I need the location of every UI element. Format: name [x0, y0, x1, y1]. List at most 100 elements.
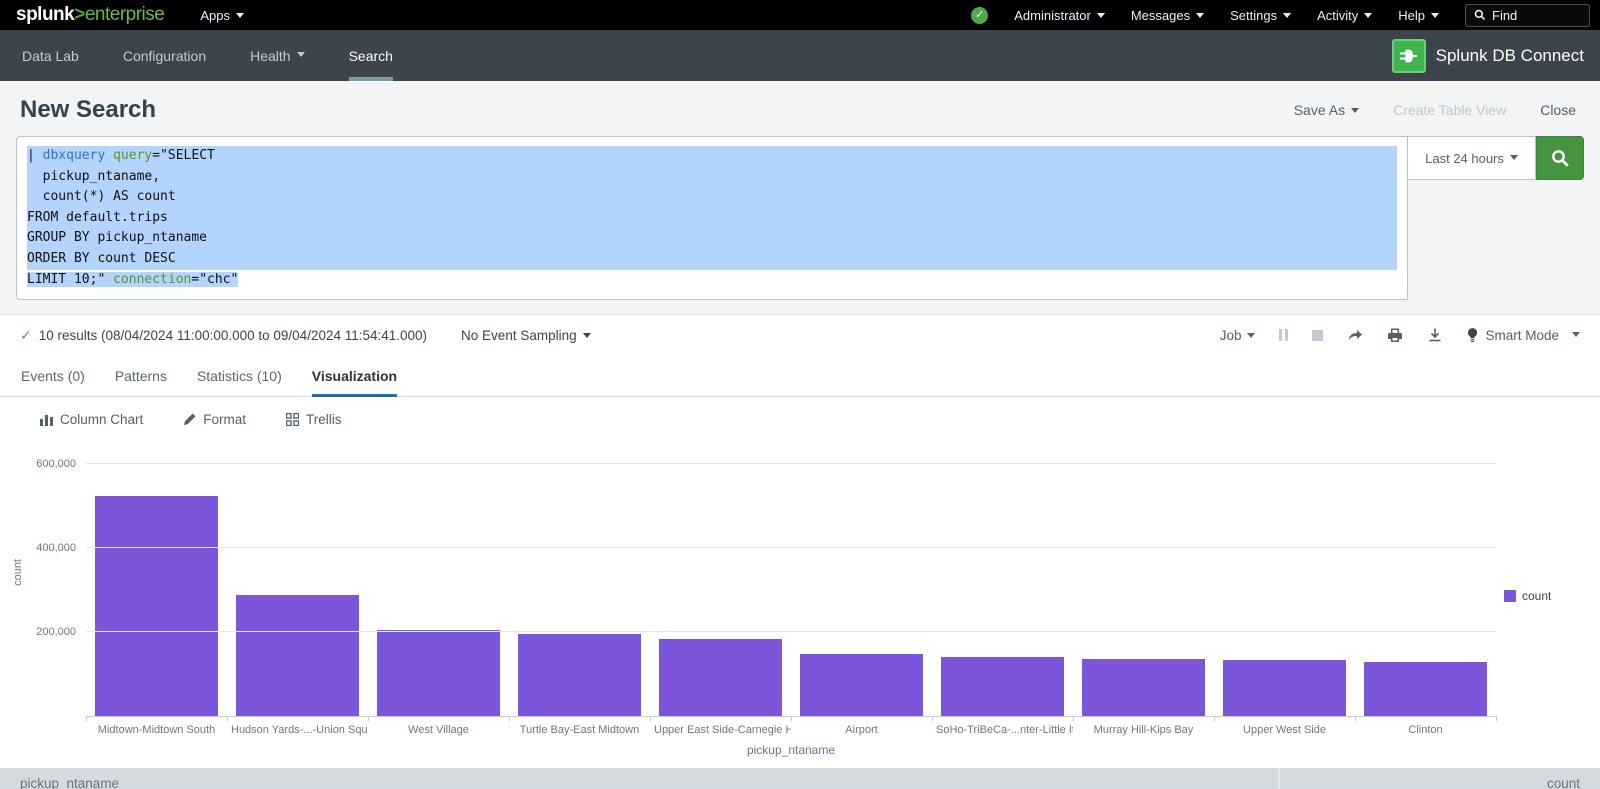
health-status-icon[interactable]: ✓ — [971, 7, 988, 24]
chart-bar[interactable] — [941, 657, 1064, 716]
splunk-logo[interactable]: splunk>enterprise — [16, 4, 164, 26]
pause-button — [1279, 329, 1288, 341]
download-icon — [1427, 327, 1443, 343]
chart-bar[interactable] — [518, 634, 641, 716]
plug-icon — [1398, 45, 1420, 67]
trellis-button[interactable]: Trellis — [286, 412, 342, 427]
tab-visualization[interactable]: Visualization — [297, 355, 412, 396]
tab-events[interactable]: Events (0) — [6, 355, 100, 396]
export-button[interactable] — [1427, 327, 1443, 343]
help-menu[interactable]: Help — [1398, 8, 1439, 23]
x-axis-tick — [368, 716, 369, 721]
bar-cell — [1355, 447, 1496, 716]
time-range-picker[interactable]: Last 24 hours — [1408, 136, 1536, 180]
nav-item-configuration[interactable]: Configuration — [101, 30, 228, 81]
gridline — [86, 631, 1496, 632]
result-tabs: Events (0) Patterns Statistics (10) Visu… — [0, 355, 1600, 397]
db-connect-app-icon[interactable] — [1392, 39, 1426, 73]
query-text-part: ="SELECT — [152, 148, 215, 163]
search-bar: | dbxquery query="SELECT pickup_ntaname,… — [0, 136, 1600, 300]
query-line: GROUP BY pickup_ntaname — [27, 230, 207, 245]
bar-cell — [86, 447, 227, 716]
results-bar: ✓ 10 results (08/04/2024 11:00:00.000 to… — [0, 315, 1600, 355]
x-tick-label: Upper East Side-Carnegie Hill — [650, 724, 791, 736]
save-as-button[interactable]: Save As — [1294, 102, 1359, 118]
nav-item-health[interactable]: Health — [228, 30, 326, 81]
bar-cell — [932, 447, 1073, 716]
legend-item[interactable]: count — [1504, 589, 1584, 603]
close-button[interactable]: Close — [1540, 102, 1576, 118]
bar-cell — [791, 447, 932, 716]
app-title: Splunk DB Connect — [1436, 46, 1584, 66]
chart-bar[interactable] — [1364, 662, 1487, 716]
search-mode-menu[interactable]: Smart Mode — [1467, 328, 1580, 343]
x-tick-label: Clinton — [1355, 724, 1496, 736]
time-range-label: Last 24 hours — [1425, 151, 1504, 166]
format-button[interactable]: Format — [183, 412, 246, 427]
tab-statistics[interactable]: Statistics (10) — [182, 355, 297, 396]
sampling-label: No Event Sampling — [461, 328, 577, 343]
logo-brand: splunk — [16, 4, 74, 25]
query-line: LIMIT 10;" — [27, 272, 113, 287]
tab-patterns[interactable]: Patterns — [100, 355, 182, 396]
x-tick-label: Turtle Bay-East Midtown — [509, 724, 650, 736]
bar-cell — [509, 447, 650, 716]
activity-menu[interactable]: Activity — [1317, 8, 1372, 23]
chart-bar[interactable] — [1223, 660, 1346, 716]
nav-item-data-lab[interactable]: Data Lab — [0, 30, 101, 81]
trellis-label: Trellis — [306, 412, 342, 427]
chart-bar[interactable] — [236, 595, 359, 716]
search-icon — [1474, 9, 1486, 21]
administrator-menu[interactable]: Administrator — [1014, 8, 1105, 23]
search-query-input[interactable]: | dbxquery query="SELECT pickup_ntaname,… — [16, 136, 1408, 300]
nav-item-search[interactable]: Search — [327, 30, 415, 81]
column-chart-icon — [40, 413, 53, 426]
x-axis-tick — [1214, 716, 1215, 721]
search-submit-button[interactable] — [1536, 136, 1584, 180]
column-header-pickup-ntaname[interactable]: pickup_ntaname — [0, 768, 1280, 789]
x-tick-label: Hudson Yards-...-Union Square — [227, 724, 368, 736]
query-line: count(*) AS count — [27, 189, 176, 204]
data-lab-label: Data Lab — [22, 48, 79, 64]
chart-bar[interactable] — [800, 654, 923, 717]
query-space — [105, 148, 113, 163]
query-param: query — [113, 148, 152, 163]
bar-cell — [227, 447, 368, 716]
chevron-down-icon — [297, 52, 305, 57]
top-nav: splunk>enterprise Apps ✓ Administrator M… — [0, 0, 1600, 30]
legend-swatch — [1504, 590, 1516, 602]
create-table-view-button: Create Table View — [1393, 102, 1506, 118]
chart-type-picker[interactable]: Column Chart — [40, 412, 143, 427]
chart-bar[interactable] — [377, 630, 500, 716]
bars — [86, 447, 1496, 716]
x-tick-label: Upper West Side — [1214, 724, 1355, 736]
apps-menu[interactable]: Apps — [200, 8, 244, 23]
chart-bar[interactable] — [95, 496, 218, 717]
chevron-down-icon — [1097, 13, 1105, 18]
find-search-box[interactable] — [1465, 4, 1590, 27]
event-sampling-menu[interactable]: No Event Sampling — [461, 328, 591, 343]
search-header-section: New Search Save As Create Table View Clo… — [0, 81, 1600, 315]
bar-cell — [368, 447, 509, 716]
x-tick-label: Airport — [791, 724, 932, 736]
chevron-down-icon — [236, 13, 244, 18]
format-label: Format — [203, 412, 246, 427]
column-header-count[interactable]: count — [1280, 768, 1600, 789]
query-param: connection — [113, 272, 191, 287]
query-text-part: ="chc" — [191, 272, 238, 287]
query-line: ORDER BY count DESC — [27, 251, 176, 266]
chart-bar[interactable] — [1082, 659, 1205, 716]
pencil-icon — [183, 413, 196, 426]
print-button[interactable] — [1387, 327, 1403, 343]
job-menu[interactable]: Job — [1220, 328, 1256, 343]
x-axis-tick — [227, 716, 228, 721]
settings-menu[interactable]: Settings — [1230, 8, 1291, 23]
share-button[interactable] — [1347, 327, 1363, 343]
messages-menu[interactable]: Messages — [1131, 8, 1204, 23]
bar-cell — [1214, 447, 1355, 716]
find-input[interactable] — [1492, 8, 1582, 23]
x-axis-tick — [932, 716, 933, 721]
chart-bar[interactable] — [659, 639, 782, 716]
activity-label: Activity — [1317, 8, 1358, 23]
splunk-search-page: splunk>enterprise Apps ✓ Administrator M… — [0, 0, 1600, 789]
